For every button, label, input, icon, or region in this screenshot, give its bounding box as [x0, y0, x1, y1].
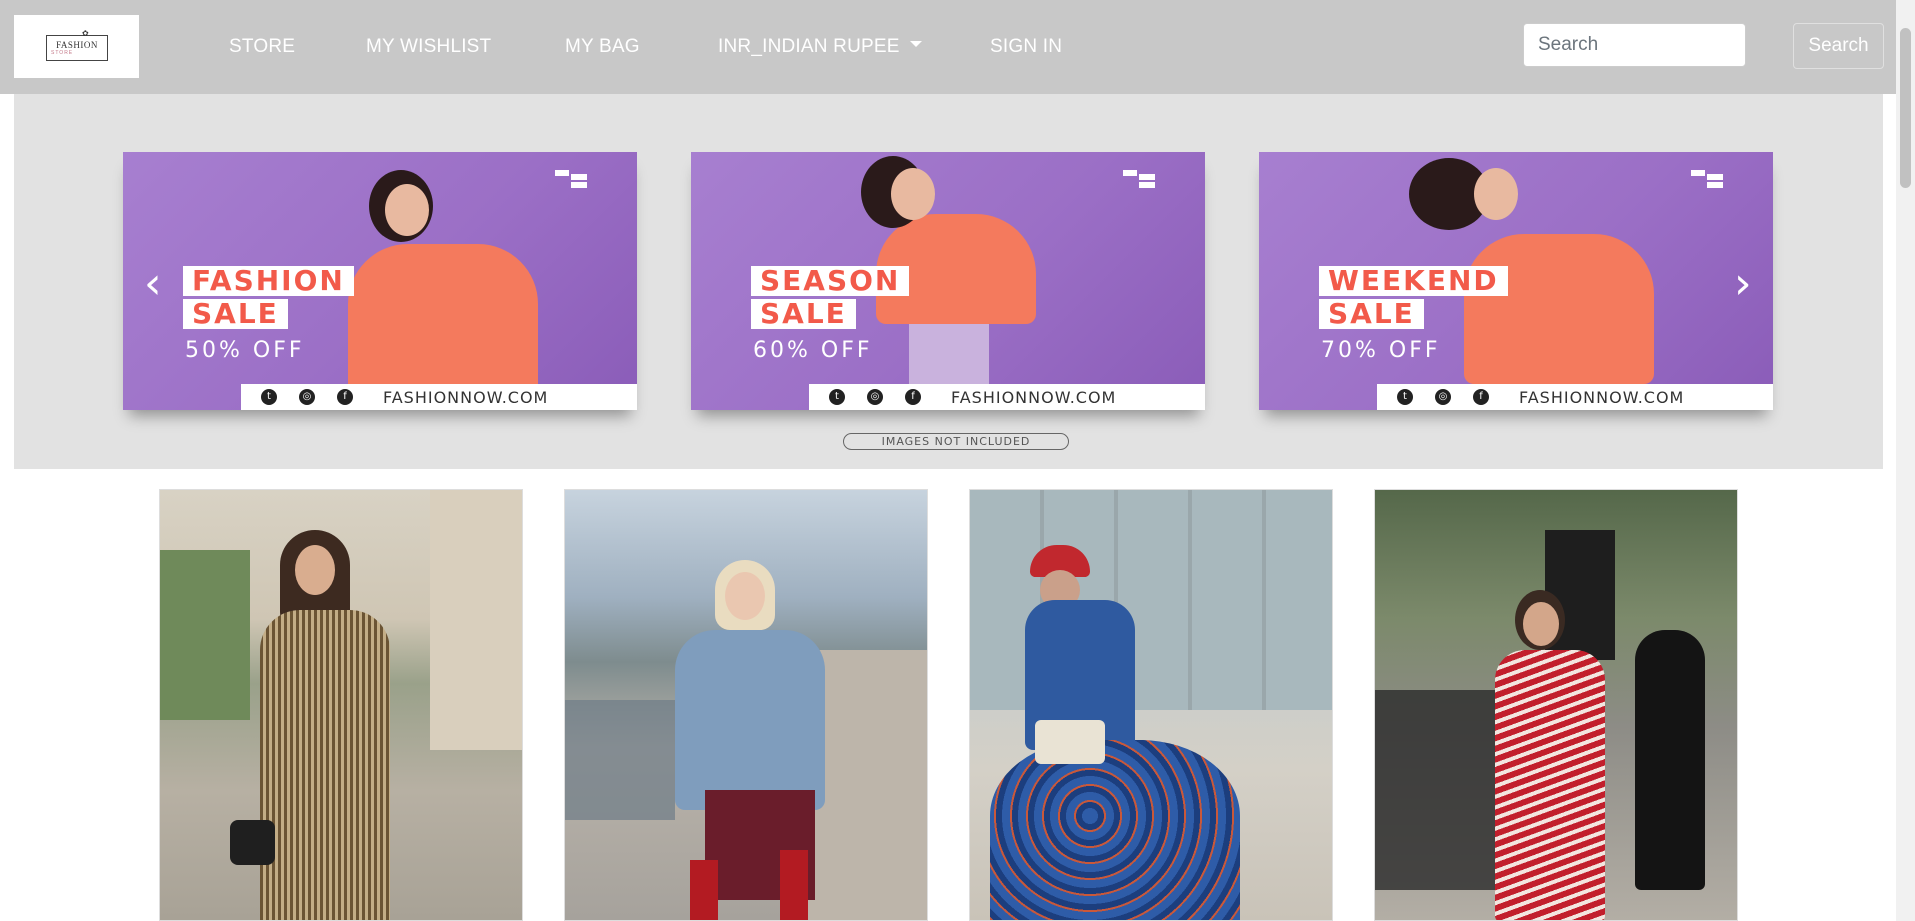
slide-title-line2: SALE	[1319, 299, 1424, 329]
logo-subtext: STORE	[51, 50, 74, 56]
slide-url: FASHIONNOW.COM	[951, 388, 1117, 407]
paisley-skirt	[990, 740, 1240, 920]
currency-dropdown[interactable]: INR_INDIAN RUPEE	[718, 36, 922, 58]
model-face	[1474, 168, 1518, 220]
slide-discount: 60% OFF	[753, 338, 873, 363]
facebook-icon: f	[1473, 389, 1489, 405]
currency-dropdown-label: INR_INDIAN RUPEE	[718, 36, 900, 57]
building-wall	[430, 490, 522, 750]
store-logo[interactable]: FASHION STORE ✿	[14, 15, 139, 78]
brand-mark-icon	[555, 170, 589, 190]
slide-title-line2: SALE	[751, 299, 856, 329]
handbag	[230, 820, 275, 865]
slide-discount: 50% OFF	[185, 338, 305, 363]
top-navbar: FASHION STORE ✿ STORE MY WISHLIST MY BAG…	[0, 0, 1896, 94]
product-card-image[interactable]	[564, 489, 928, 921]
denim-jacket	[675, 630, 825, 810]
chevron-left-icon[interactable]: ‹	[144, 262, 162, 306]
product-card-image[interactable]	[159, 489, 523, 921]
brand-mark-icon	[1123, 170, 1157, 190]
slide-title-line2: SALE	[183, 299, 288, 329]
facebook-icon: f	[905, 389, 921, 405]
model-face	[295, 545, 335, 595]
red-boot	[690, 860, 718, 920]
model-face	[385, 184, 429, 236]
model-face	[1523, 602, 1559, 646]
chevron-right-icon[interactable]: ›	[1734, 262, 1752, 306]
instagram-icon: ◎	[1435, 389, 1451, 405]
slide-title-line1: WEEKEND	[1319, 266, 1508, 296]
slide-footer: t ◎ f FASHIONNOW.COM	[241, 384, 637, 410]
model-sweater	[348, 244, 538, 394]
slide-title-line1: FASHION	[183, 266, 354, 296]
slide-title-line1: SEASON	[751, 266, 910, 296]
slide-url: FASHIONNOW.COM	[383, 388, 549, 407]
nav-sign-in-link[interactable]: SIGN IN	[990, 36, 1062, 58]
carousel-slide[interactable]: WEEKEND SALE 70% OFF t ◎ f FASHIONNOW.CO…	[1259, 152, 1773, 410]
brand-mark-icon	[1691, 170, 1725, 190]
red-boot	[780, 850, 808, 920]
carousel-slide[interactable]: FASHION SALE 50% OFF t ◎ f FASHIONNOW.CO…	[123, 152, 637, 410]
search-input[interactable]	[1523, 23, 1746, 67]
carousel-caption: IMAGES NOT INCLUDED	[843, 433, 1069, 450]
promo-carousel: FASHION SALE 50% OFF t ◎ f FASHIONNOW.CO…	[14, 94, 1883, 469]
motorbikes	[1375, 690, 1515, 890]
pedestrian-black-dress	[1635, 630, 1705, 890]
nav-wishlist-link[interactable]: MY WISHLIST	[366, 36, 491, 58]
slide-discount: 70% OFF	[1321, 338, 1441, 363]
logo-ornament-icon: ✿	[82, 29, 89, 38]
product-card-image[interactable]	[1374, 489, 1738, 921]
twitter-icon: t	[1397, 389, 1413, 405]
scrollbar-thumb[interactable]	[1900, 28, 1911, 188]
facebook-icon: f	[337, 389, 353, 405]
page-scrollbar[interactable]	[1896, 0, 1915, 921]
clutch-bag	[1035, 720, 1105, 764]
trees	[160, 550, 250, 720]
search-button[interactable]: Search	[1793, 23, 1884, 69]
striped-dress	[260, 610, 390, 920]
twitter-icon: t	[261, 389, 277, 405]
slide-footer: t ◎ f FASHIONNOW.COM	[1377, 384, 1773, 410]
model-face	[891, 168, 935, 220]
slide-url: FASHIONNOW.COM	[1519, 388, 1685, 407]
slide-footer: t ◎ f FASHIONNOW.COM	[809, 384, 1205, 410]
caret-down-icon	[909, 40, 922, 47]
instagram-icon: ◎	[299, 389, 315, 405]
model-face	[725, 572, 765, 620]
twitter-icon: t	[829, 389, 845, 405]
nav-bag-link[interactable]: MY BAG	[565, 36, 640, 58]
product-card-image[interactable]	[969, 489, 1333, 921]
logo-frame: FASHION STORE	[46, 35, 108, 61]
chevron-dress	[1495, 650, 1605, 920]
carousel-slide[interactable]: SEASON SALE 60% OFF t ◎ f FASHIONNOW.COM	[691, 152, 1205, 410]
nav-store-link[interactable]: STORE	[229, 36, 295, 58]
instagram-icon: ◎	[867, 389, 883, 405]
logo-text: FASHION	[56, 40, 98, 50]
crowd	[565, 700, 675, 820]
model-sweater	[1464, 234, 1654, 384]
